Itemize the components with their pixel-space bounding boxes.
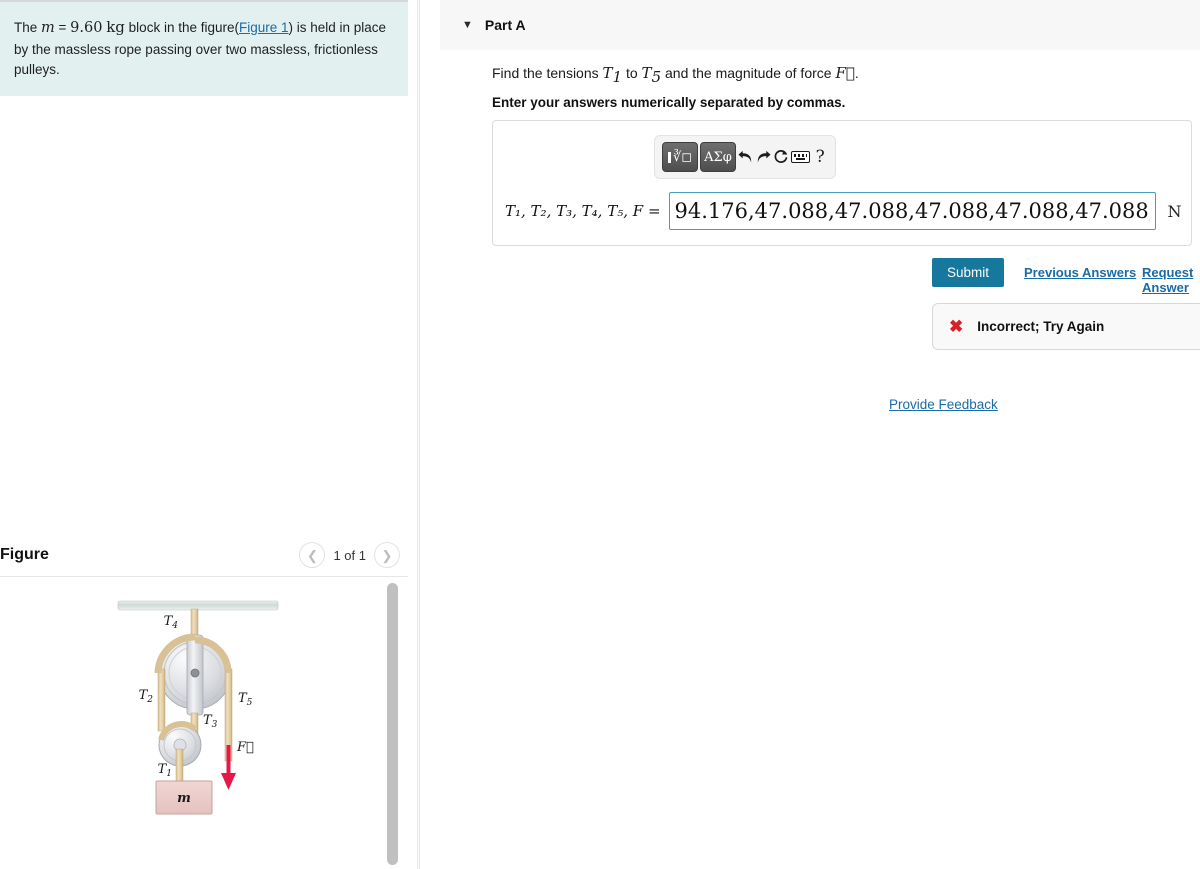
panel-divider-secondary [419, 0, 420, 869]
figure-title: Figure [0, 546, 49, 563]
figure-header: Figure ❮ 1 of 1 ❯ [0, 536, 408, 574]
figure-prev-button[interactable]: ❮ [299, 542, 326, 568]
request-answer-link[interactable]: Request Answer [1142, 265, 1200, 295]
problem-mass-unit: kg [106, 18, 125, 36]
problem-mass-value: 9.60 [70, 20, 103, 36]
label-F: F⃗ [236, 740, 254, 755]
answer-label: T₁, T₂, T₃, T₄, T₅, F = [505, 202, 661, 220]
question-T5-sub: 5 [651, 67, 662, 86]
question-T5: T [641, 64, 652, 82]
question-prefix: Find the tensions [492, 65, 603, 81]
greek-symbols-button[interactable]: ΑΣφ [700, 142, 736, 172]
figure-viewport: m T4 T2 T3 T5 T1 F⃗ [0, 576, 408, 869]
instruction-text: Enter your answers numerically separated… [492, 95, 846, 110]
answer-row: T₁, T₂, T₃, T₄, T₅, F = N [493, 189, 1193, 233]
panel-divider [417, 0, 418, 869]
problem-text-prefix: The [14, 20, 42, 35]
chevron-right-icon: ❯ [381, 547, 393, 563]
help-question-icon[interactable]: ? [812, 143, 828, 171]
problem-text-middle: block in the figure( [124, 20, 239, 35]
part-header[interactable]: ▼ Part A [440, 0, 1200, 50]
question-force-symbol: F⃗ [835, 64, 855, 82]
math-template-icon[interactable]: ∛◻ [662, 142, 698, 172]
feedback-box: ✖ Incorrect; Try Again [932, 303, 1200, 350]
figure-pager-label: 1 of 1 [333, 547, 366, 563]
label-T2: T2 [139, 688, 154, 705]
label-T5: T5 [238, 691, 253, 708]
problem-equals: = [54, 20, 71, 35]
reset-circle-icon[interactable] [773, 143, 789, 171]
chevron-down-icon[interactable]: ▼ [462, 19, 473, 31]
block-mass-label: m [177, 791, 191, 806]
previous-answers-link[interactable]: Previous Answers [1024, 265, 1136, 280]
figure-pager: ❮ 1 of 1 ❯ [299, 536, 400, 574]
incorrect-message: Incorrect; Try Again [977, 319, 1105, 334]
answer-unit: N [1167, 201, 1182, 221]
right-panel: ▼ Part A Find the tensions T1 to T5 and … [440, 0, 1200, 869]
figure-scroll-thumb[interactable] [387, 583, 398, 865]
keyboard-icon[interactable] [791, 143, 811, 171]
incorrect-x-icon: ✖ [949, 316, 964, 336]
question-T1-sub: 1 [612, 67, 623, 86]
provide-feedback-link[interactable]: Provide Feedback [889, 397, 998, 412]
part-title: Part A [484, 17, 526, 33]
rope-T2 [157, 668, 166, 732]
pulley-diagram[interactable]: m T4 T2 T3 T5 T1 F⃗ [0, 577, 390, 869]
force-arrow-head [221, 773, 236, 790]
undo-arrow-icon[interactable] [738, 143, 754, 171]
answer-input[interactable] [668, 192, 1156, 230]
answer-box: ∛◻ ΑΣφ ? T₁, T₂, T₃, T₄, T₅, F = 94.176,… [492, 120, 1192, 246]
redo-arrow-icon[interactable] [756, 143, 772, 171]
label-T1: T1 [158, 762, 172, 779]
label-T3: T3 [203, 713, 218, 730]
question-T1: T [602, 64, 613, 82]
greek-symbols-label: ΑΣφ [704, 149, 732, 165]
math-toolbar: ∛◻ ΑΣφ ? [654, 135, 836, 179]
question-period: . [854, 65, 859, 81]
submit-button[interactable]: Submit [932, 258, 1004, 287]
figure-1-link[interactable]: Figure 1 [239, 20, 289, 35]
question-mid: to [622, 65, 642, 81]
figure-scrollbar[interactable] [387, 583, 398, 865]
problem-mass-variable: m [41, 20, 55, 36]
ceiling-support [117, 600, 279, 611]
label-T4: T4 [164, 614, 179, 631]
upper-pulley-axle [190, 668, 200, 678]
chevron-left-icon: ❮ [307, 547, 318, 563]
figure-next-button[interactable]: ❯ [374, 542, 400, 568]
question-text: Find the tensions T1 to T5 and the magni… [492, 64, 859, 86]
left-panel: The m = 9.60 kg block in the figure(Figu… [0, 0, 408, 869]
problem-statement: The m = 9.60 kg block in the figure(Figu… [0, 2, 408, 97]
help-question-glyph: ? [815, 147, 825, 167]
rope-T1 [175, 748, 184, 784]
question-suffix: and the magnitude of force [661, 65, 836, 81]
page-root: The m = 9.60 kg block in the figure(Figu… [0, 0, 1200, 869]
